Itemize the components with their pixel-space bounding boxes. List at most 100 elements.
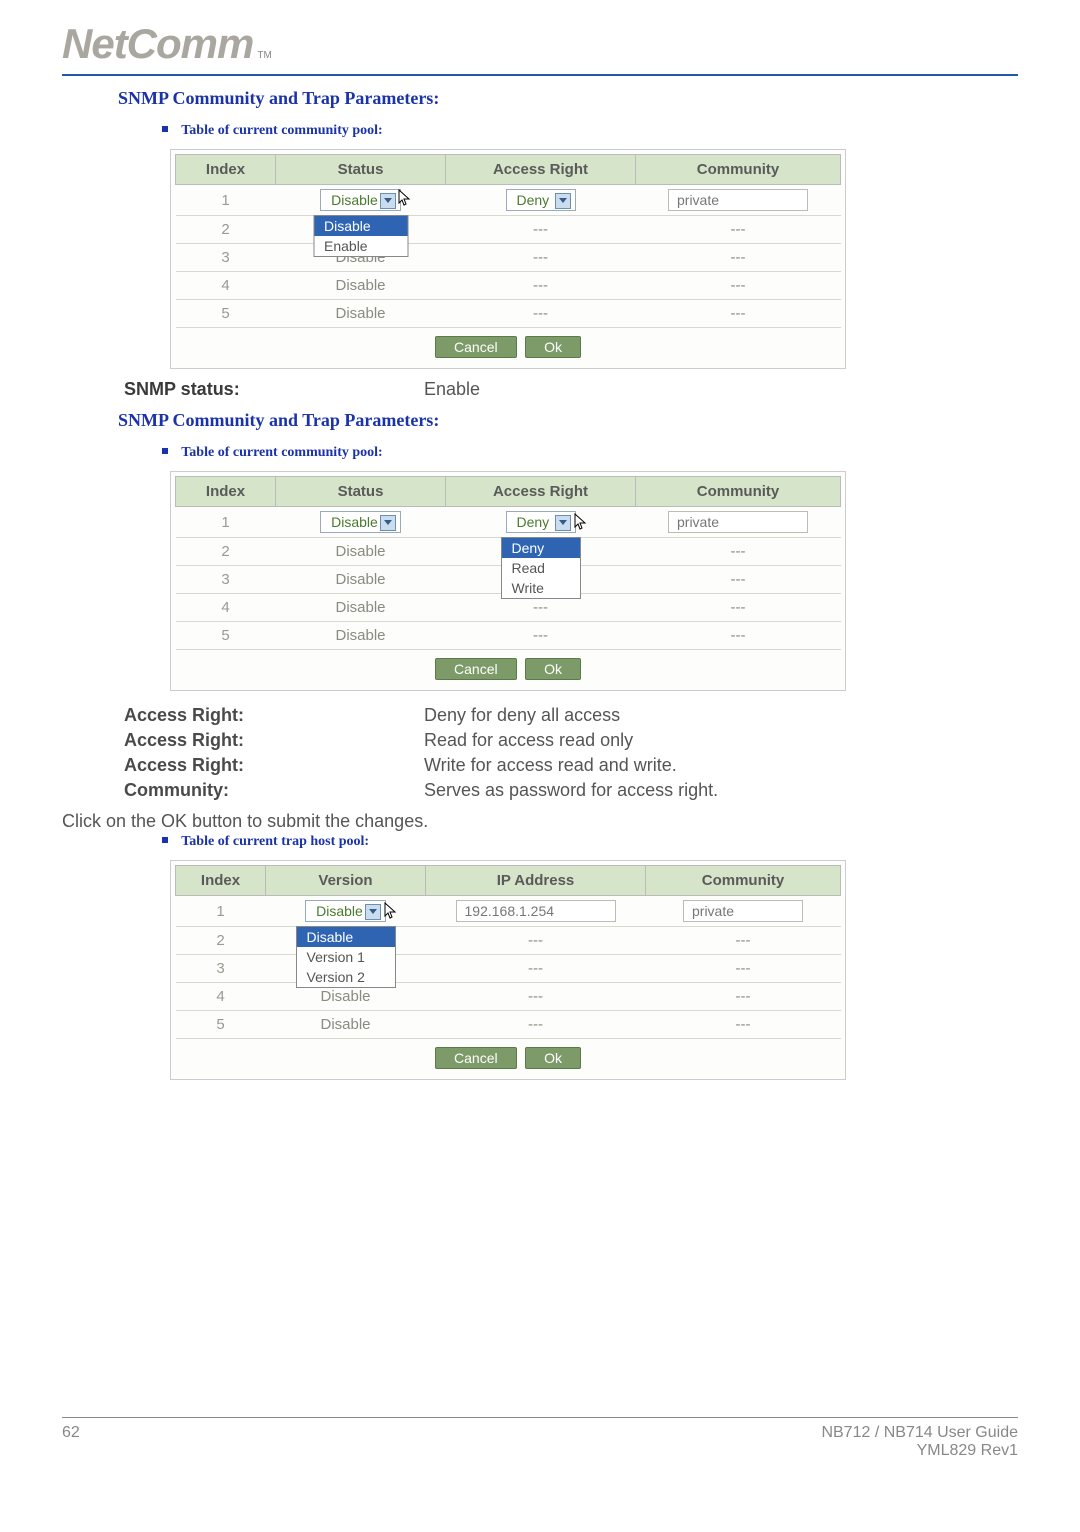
cell-ip: --- xyxy=(426,1011,646,1039)
dropdown-option[interactable]: Version 1 xyxy=(297,947,395,967)
table-row: 5 Disable --- --- xyxy=(176,1011,841,1039)
subheading-text: Table of current trap host pool: xyxy=(181,834,369,849)
community-input[interactable]: private xyxy=(668,189,808,211)
bullet-icon xyxy=(162,126,168,132)
ok-button[interactable]: Ok xyxy=(525,658,581,680)
th-status: Status xyxy=(276,155,446,185)
cell-index: 3 xyxy=(176,955,266,983)
dropdown-option[interactable]: Disable xyxy=(314,216,407,236)
cancel-button[interactable]: Cancel xyxy=(435,1047,517,1069)
cell-index: 4 xyxy=(176,983,266,1011)
bullet-icon xyxy=(162,448,168,454)
community-input[interactable]: private xyxy=(683,900,803,922)
th-status: Status xyxy=(276,477,446,507)
button-row: Cancel Ok xyxy=(175,658,841,680)
cell-status: Disable xyxy=(276,594,446,622)
brand-logo: NetComm xyxy=(62,20,253,68)
th-access-right: Access Right xyxy=(446,477,636,507)
th-community: Community xyxy=(646,866,841,896)
version-select[interactable]: Disable xyxy=(305,900,386,922)
cell-status: Disable xyxy=(276,300,446,328)
desc-row: Access Right: Read for access read only xyxy=(124,730,1018,751)
table-row: 1 Disable Disable Enable xyxy=(176,185,841,216)
cell-index: 5 xyxy=(176,300,276,328)
cell-access: Deny Deny Read Write xyxy=(446,507,636,538)
ip-input[interactable]: 192.168.1.254 xyxy=(456,900,616,922)
ok-button[interactable]: Ok xyxy=(525,336,581,358)
cell-community: --- xyxy=(646,1011,841,1039)
th-community: Community xyxy=(636,155,841,185)
table-row: 3 . --- --- xyxy=(176,955,841,983)
access-dropdown-list[interactable]: Deny Read Write xyxy=(501,537,581,599)
dropdown-option[interactable]: Deny xyxy=(502,538,580,558)
cancel-button[interactable]: Cancel xyxy=(435,336,517,358)
cell-community: --- xyxy=(636,566,841,594)
status-select[interactable]: Disable xyxy=(320,511,401,533)
community-pool-table-1: Index Status Access Right Community 1 Di… xyxy=(170,149,846,369)
table-row: 1 Disable Deny Deny xyxy=(176,507,841,538)
access-select-value: Deny xyxy=(517,192,550,208)
desc-value: Serves as password for access right. xyxy=(424,780,718,801)
ok-button[interactable]: Ok xyxy=(525,1047,581,1069)
cell-version: Disable xyxy=(266,1011,426,1039)
cell-community: --- xyxy=(636,272,841,300)
th-index: Index xyxy=(176,477,276,507)
page-number: 62 xyxy=(62,1424,80,1460)
dropdown-option[interactable]: Read xyxy=(502,558,580,578)
button-row: Cancel Ok xyxy=(175,336,841,358)
table-row: 3 Disable --- --- xyxy=(176,244,841,272)
dropdown-option[interactable]: Version 2 xyxy=(297,967,395,987)
status-dropdown-list[interactable]: Disable Enable xyxy=(313,215,408,257)
cell-community: --- xyxy=(636,538,841,566)
cell-community: --- xyxy=(646,927,841,955)
cell-status: Disable Disable Enable xyxy=(276,185,446,216)
version-select-value: Disable xyxy=(316,903,363,919)
table-row: 1 Disable Disable Version 1 Version 2 xyxy=(176,896,841,927)
cell-index: 3 xyxy=(176,566,276,594)
header-logo-row: NetComm TM xyxy=(62,20,1018,76)
table-row: 5 Disable --- --- xyxy=(176,300,841,328)
cell-index: 1 xyxy=(176,896,266,927)
cell-community: --- xyxy=(636,300,841,328)
table-row: 5 Disable --- --- xyxy=(176,622,841,650)
dropdown-option[interactable]: Disable xyxy=(297,927,395,947)
access-select[interactable]: Deny xyxy=(506,511,576,533)
table-row: 4 Disable --- --- xyxy=(176,983,841,1011)
dropdown-option[interactable]: Enable xyxy=(314,236,407,256)
cell-index: 2 xyxy=(176,927,266,955)
cancel-button[interactable]: Cancel xyxy=(435,658,517,680)
cell-status: Disable xyxy=(276,566,446,594)
cell-access: --- xyxy=(446,216,636,244)
subheading-trap-pool: Table of current trap host pool: xyxy=(162,834,1018,850)
kv-label: SNMP status: xyxy=(124,379,424,400)
desc-label: Access Right: xyxy=(124,730,424,751)
status-select[interactable]: Disable xyxy=(320,189,401,211)
cell-community: --- xyxy=(646,983,841,1011)
cell-access: Deny xyxy=(446,185,636,216)
subheading-community-pool-1: Table of current community pool: xyxy=(162,123,1018,139)
community-input[interactable]: private xyxy=(668,511,808,533)
cell-community: --- xyxy=(636,244,841,272)
cell-community: --- xyxy=(636,216,841,244)
table-row: 4 Disable --- --- xyxy=(176,272,841,300)
desc-value: Write for access read and write. xyxy=(424,755,677,776)
footer-rev: YML829 Rev1 xyxy=(821,1442,1018,1460)
cell-index: 2 xyxy=(176,538,276,566)
cell-community: --- xyxy=(636,622,841,650)
version-dropdown-list[interactable]: Disable Version 1 Version 2 xyxy=(296,926,396,988)
cell-ip: --- xyxy=(426,983,646,1011)
cursor-icon xyxy=(574,513,588,531)
dropdown-option[interactable]: Write xyxy=(502,578,580,598)
cell-ip: 192.168.1.254 xyxy=(426,896,646,927)
cell-ip: --- xyxy=(426,955,646,983)
desc-value: Deny for deny all access xyxy=(424,705,620,726)
th-ip-address: IP Address xyxy=(426,866,646,896)
desc-row: Community: Serves as password for access… xyxy=(124,780,1018,801)
desc-row: Access Right: Deny for deny all access xyxy=(124,705,1018,726)
cell-community: private xyxy=(646,896,841,927)
note-ok: Click on the OK button to submit the cha… xyxy=(62,811,1018,832)
subheading-text: Table of current community pool: xyxy=(181,445,382,460)
access-select[interactable]: Deny xyxy=(506,189,576,211)
section-heading-snmp-2: SNMP Community and Trap Parameters: xyxy=(118,410,1018,431)
access-select-value: Deny xyxy=(517,514,550,530)
